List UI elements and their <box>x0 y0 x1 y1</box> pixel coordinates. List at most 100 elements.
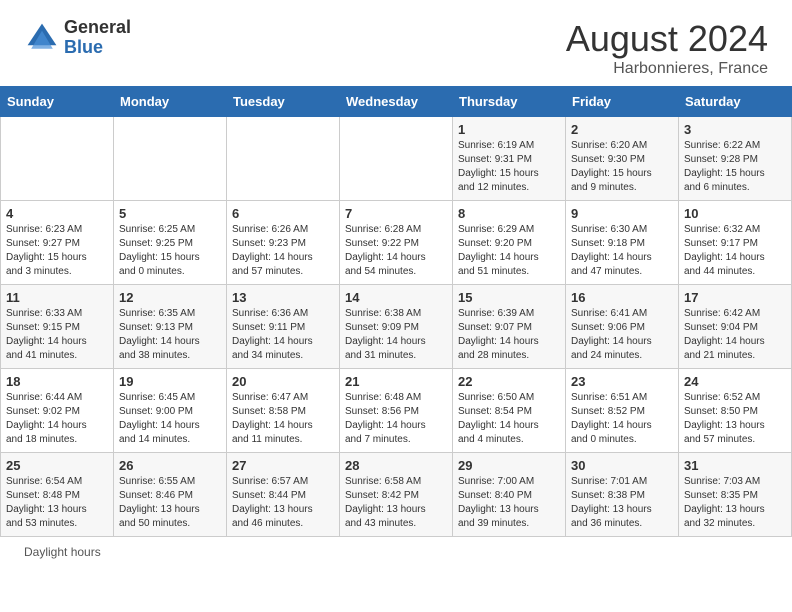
table-row: 29 Sunrise: 7:00 AM Sunset: 8:40 PM Dayli… <box>453 453 566 537</box>
cell-info: Sunrise: 6:26 AM Sunset: 9:23 PM Dayligh… <box>232 223 334 279</box>
table-row: 1 Sunrise: 6:19 AM Sunset: 9:31 PM Daylig… <box>453 117 566 201</box>
table-row: 13 Sunrise: 6:36 AM Sunset: 9:11 PM Dayli… <box>227 285 340 369</box>
cell-info: Sunrise: 7:01 AM Sunset: 8:38 PM Dayligh… <box>571 475 673 531</box>
table-row: 19 Sunrise: 6:45 AM Sunset: 9:00 PM Dayli… <box>114 369 227 453</box>
calendar-header-row: Sunday Monday Tuesday Wednesday Thursday… <box>1 87 792 117</box>
header-friday: Friday <box>566 87 679 117</box>
cell-day-number: 14 <box>345 290 447 305</box>
table-row: 24Sunrise: 6:52 AM Sunset: 8:50 PM Dayli… <box>679 369 792 453</box>
table-row: 25 Sunrise: 6:54 AM Sunset: 8:48 PM Dayli… <box>1 453 114 537</box>
cell-day-number: 21 <box>345 374 447 389</box>
table-row: 12 Sunrise: 6:35 AM Sunset: 9:13 PM Dayli… <box>114 285 227 369</box>
title-block: August 2024 Harbonnieres, France <box>566 18 768 78</box>
cell-day-number: 17 <box>684 290 786 305</box>
table-row: 14Sunrise: 6:38 AM Sunset: 9:09 PM Dayli… <box>340 285 453 369</box>
cell-day-number: 25 <box>6 458 108 473</box>
cell-info: Sunrise: 6:57 AM Sunset: 8:44 PM Dayligh… <box>232 475 334 531</box>
cell-day-number: 23 <box>571 374 673 389</box>
cell-info: Sunrise: 6:45 AM Sunset: 9:00 PM Dayligh… <box>119 391 221 447</box>
cell-info: Sunrise: 6:28 AM Sunset: 9:22 PM Dayligh… <box>345 223 447 279</box>
calendar-week-1: 1 Sunrise: 6:19 AM Sunset: 9:31 PM Daylig… <box>1 117 792 201</box>
table-row: 7Sunrise: 6:28 AM Sunset: 9:22 PM Daylig… <box>340 201 453 285</box>
calendar-location: Harbonnieres, France <box>566 60 768 78</box>
table-row: 2Sunrise: 6:20 AM Sunset: 9:30 PM Daylig… <box>566 117 679 201</box>
cell-info: Sunrise: 6:54 AM Sunset: 8:48 PM Dayligh… <box>6 475 108 531</box>
cell-day-number: 11 <box>6 290 108 305</box>
cell-info: Sunrise: 7:00 AM Sunset: 8:40 PM Dayligh… <box>458 475 560 531</box>
daylight-label: Daylight hours <box>24 545 101 559</box>
cell-info: Sunrise: 6:30 AM Sunset: 9:18 PM Dayligh… <box>571 223 673 279</box>
cell-day-number: 27 <box>232 458 334 473</box>
table-row: 3Sunrise: 6:22 AM Sunset: 9:28 PM Daylig… <box>679 117 792 201</box>
cell-info: Sunrise: 6:44 AM Sunset: 9:02 PM Dayligh… <box>6 391 108 447</box>
cell-day-number: 20 <box>232 374 334 389</box>
cell-info: Sunrise: 6:29 AM Sunset: 9:20 PM Dayligh… <box>458 223 560 279</box>
cell-day-number: 16 <box>571 290 673 305</box>
table-row: 4Sunrise: 6:23 AM Sunset: 9:27 PM Daylig… <box>1 201 114 285</box>
table-row: 23 Sunrise: 6:51 AM Sunset: 8:52 PM Dayli… <box>566 369 679 453</box>
table-row <box>114 117 227 201</box>
table-row: 31Sunrise: 7:03 AM Sunset: 8:35 PM Dayli… <box>679 453 792 537</box>
cell-day-number: 12 <box>119 290 221 305</box>
calendar-week-4: 18 Sunrise: 6:44 AM Sunset: 9:02 PM Dayli… <box>1 369 792 453</box>
cell-info: Sunrise: 6:23 AM Sunset: 9:27 PM Dayligh… <box>6 223 108 279</box>
logo-icon <box>24 20 60 56</box>
table-row <box>340 117 453 201</box>
table-row: 27 Sunrise: 6:57 AM Sunset: 8:44 PM Dayli… <box>227 453 340 537</box>
cell-info: Sunrise: 7:03 AM Sunset: 8:35 PM Dayligh… <box>684 475 786 531</box>
cell-day-number: 8 <box>458 206 560 221</box>
cell-day-number: 22 <box>458 374 560 389</box>
table-row: 30 Sunrise: 7:01 AM Sunset: 8:38 PM Dayli… <box>566 453 679 537</box>
table-row <box>1 117 114 201</box>
cell-day-number: 5 <box>119 206 221 221</box>
cell-day-number: 28 <box>345 458 447 473</box>
table-row: 16 Sunrise: 6:41 AM Sunset: 9:06 PM Dayli… <box>566 285 679 369</box>
cell-day-number: 15 <box>458 290 560 305</box>
table-row: 15 Sunrise: 6:39 AM Sunset: 9:07 PM Dayli… <box>453 285 566 369</box>
calendar-week-2: 4Sunrise: 6:23 AM Sunset: 9:27 PM Daylig… <box>1 201 792 285</box>
cell-day-number: 19 <box>119 374 221 389</box>
cell-day-number: 6 <box>232 206 334 221</box>
table-row: 21 Sunrise: 6:48 AM Sunset: 8:56 PM Dayli… <box>340 369 453 453</box>
cell-info: Sunrise: 6:58 AM Sunset: 8:42 PM Dayligh… <box>345 475 447 531</box>
header-thursday: Thursday <box>453 87 566 117</box>
cell-info: Sunrise: 6:47 AM Sunset: 8:58 PM Dayligh… <box>232 391 334 447</box>
cell-info: Sunrise: 6:51 AM Sunset: 8:52 PM Dayligh… <box>571 391 673 447</box>
table-row: 18 Sunrise: 6:44 AM Sunset: 9:02 PM Dayli… <box>1 369 114 453</box>
header-sunday: Sunday <box>1 87 114 117</box>
calendar-title: August 2024 <box>566 18 768 60</box>
cell-info: Sunrise: 6:36 AM Sunset: 9:11 PM Dayligh… <box>232 307 334 363</box>
cell-info: Sunrise: 6:33 AM Sunset: 9:15 PM Dayligh… <box>6 307 108 363</box>
cell-day-number: 30 <box>571 458 673 473</box>
table-row <box>227 117 340 201</box>
cell-info: Sunrise: 6:41 AM Sunset: 9:06 PM Dayligh… <box>571 307 673 363</box>
header-tuesday: Tuesday <box>227 87 340 117</box>
cell-day-number: 13 <box>232 290 334 305</box>
cell-info: Sunrise: 6:39 AM Sunset: 9:07 PM Dayligh… <box>458 307 560 363</box>
logo-text: General Blue <box>64 18 131 58</box>
cell-day-number: 18 <box>6 374 108 389</box>
table-row: 26Sunrise: 6:55 AM Sunset: 8:46 PM Dayli… <box>114 453 227 537</box>
logo-general-text: General <box>64 18 131 38</box>
cell-info: Sunrise: 6:19 AM Sunset: 9:31 PM Dayligh… <box>458 139 560 195</box>
header-monday: Monday <box>114 87 227 117</box>
calendar-week-3: 11 Sunrise: 6:33 AM Sunset: 9:15 PM Dayli… <box>1 285 792 369</box>
cell-day-number: 2 <box>571 122 673 137</box>
cell-info: Sunrise: 6:48 AM Sunset: 8:56 PM Dayligh… <box>345 391 447 447</box>
cell-info: Sunrise: 6:25 AM Sunset: 9:25 PM Dayligh… <box>119 223 221 279</box>
cell-info: Sunrise: 6:50 AM Sunset: 8:54 PM Dayligh… <box>458 391 560 447</box>
table-row: 6 Sunrise: 6:26 AM Sunset: 9:23 PM Daylig… <box>227 201 340 285</box>
cell-day-number: 1 <box>458 122 560 137</box>
page-header: General Blue August 2024 Harbonnieres, F… <box>0 0 792 86</box>
cell-day-number: 29 <box>458 458 560 473</box>
cell-info: Sunrise: 6:32 AM Sunset: 9:17 PM Dayligh… <box>684 223 786 279</box>
table-row: 11 Sunrise: 6:33 AM Sunset: 9:15 PM Dayli… <box>1 285 114 369</box>
calendar-week-5: 25 Sunrise: 6:54 AM Sunset: 8:48 PM Dayli… <box>1 453 792 537</box>
cell-day-number: 9 <box>571 206 673 221</box>
logo-blue-text: Blue <box>64 38 131 58</box>
cell-info: Sunrise: 6:35 AM Sunset: 9:13 PM Dayligh… <box>119 307 221 363</box>
header-saturday: Saturday <box>679 87 792 117</box>
table-row: 8 Sunrise: 6:29 AM Sunset: 9:20 PM Daylig… <box>453 201 566 285</box>
cell-day-number: 26 <box>119 458 221 473</box>
table-row: 20 Sunrise: 6:47 AM Sunset: 8:58 PM Dayli… <box>227 369 340 453</box>
